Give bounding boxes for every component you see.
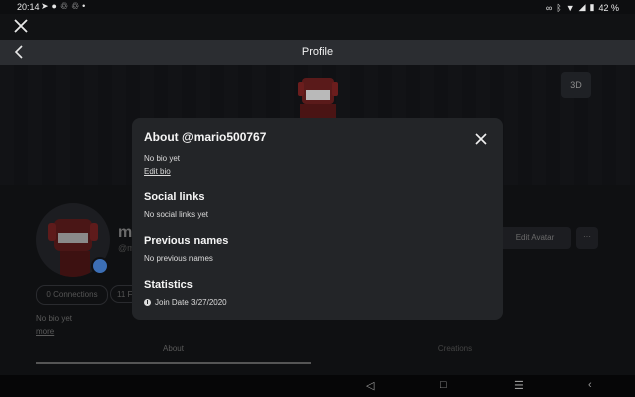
battery-icon: ▮ bbox=[589, 2, 595, 12]
social-links-text: No social links yet bbox=[144, 210, 209, 219]
view-3d-button[interactable]: 3D bbox=[561, 72, 591, 98]
chat-icon: ● bbox=[51, 1, 57, 11]
status-left-icons: ➤ ● ♲ ♲ • bbox=[41, 1, 85, 12]
dot-icon: • bbox=[82, 1, 86, 11]
close-icon[interactable] bbox=[473, 131, 489, 147]
page-title: Profile bbox=[301, 46, 334, 58]
active-tab-indicator bbox=[36, 362, 311, 364]
modal-bio: No bio yet bbox=[144, 154, 181, 163]
statistics-heading: Statistics bbox=[144, 279, 193, 291]
recents-icon[interactable]: ☰ bbox=[514, 379, 524, 392]
about-modal: About @mario500767 No bio yet Edit bio S… bbox=[132, 118, 503, 320]
previous-names-text: No previous names bbox=[144, 254, 213, 263]
status-right: ∞ ᛒ ▼ ◢ ▮ 42 % bbox=[546, 2, 619, 13]
tab-creations[interactable]: Creations bbox=[330, 344, 580, 353]
status-bar: 20:14 ➤ ● ♲ ♲ • ∞ ᛒ ▼ ◢ ▮ 42 % bbox=[0, 0, 635, 14]
online-badge bbox=[91, 257, 109, 275]
navigation-icon: ➤ bbox=[41, 1, 49, 11]
previous-names-heading: Previous names bbox=[144, 235, 229, 247]
profile-header: Profile bbox=[0, 40, 635, 65]
wifi-icon: ▼ bbox=[565, 2, 575, 13]
info-icon bbox=[144, 299, 151, 306]
link-icon: ∞ bbox=[545, 2, 553, 13]
profile-name: m bbox=[118, 224, 133, 241]
home-square-icon[interactable]: □ bbox=[440, 379, 447, 391]
battery-level: 42 % bbox=[598, 2, 619, 13]
connections-pill[interactable]: 0 Connections bbox=[36, 285, 108, 305]
tab-about[interactable]: About bbox=[36, 344, 311, 353]
join-date-text: Join Date 3/27/2020 bbox=[155, 298, 227, 307]
edit-bio-link[interactable]: Edit bio bbox=[144, 167, 171, 176]
sync-icon: ♲ bbox=[59, 1, 69, 11]
join-date-stat: Join Date 3/27/2020 bbox=[144, 298, 227, 307]
close-icon[interactable] bbox=[12, 17, 30, 35]
social-links-heading: Social links bbox=[144, 191, 205, 203]
bluetooth-icon: ᛒ bbox=[556, 2, 562, 13]
more-options-button[interactable]: ··· bbox=[576, 227, 598, 249]
chevron-left-icon[interactable]: ‹ bbox=[588, 379, 592, 391]
status-time: 20:14 bbox=[17, 2, 40, 12]
sync-icon: ♲ bbox=[71, 1, 80, 11]
system-nav-bar: ◁ □ ☰ ‹ bbox=[0, 375, 635, 397]
edit-avatar-button[interactable]: Edit Avatar bbox=[499, 227, 571, 249]
modal-title: About @mario500767 bbox=[144, 130, 267, 144]
back-triangle-icon[interactable]: ◁ bbox=[366, 379, 374, 392]
more-link[interactable]: more bbox=[36, 327, 54, 336]
avatar-figure bbox=[298, 78, 338, 120]
signal-icon: ◢ bbox=[578, 2, 586, 12]
profile-bio: No bio yet bbox=[36, 314, 73, 323]
